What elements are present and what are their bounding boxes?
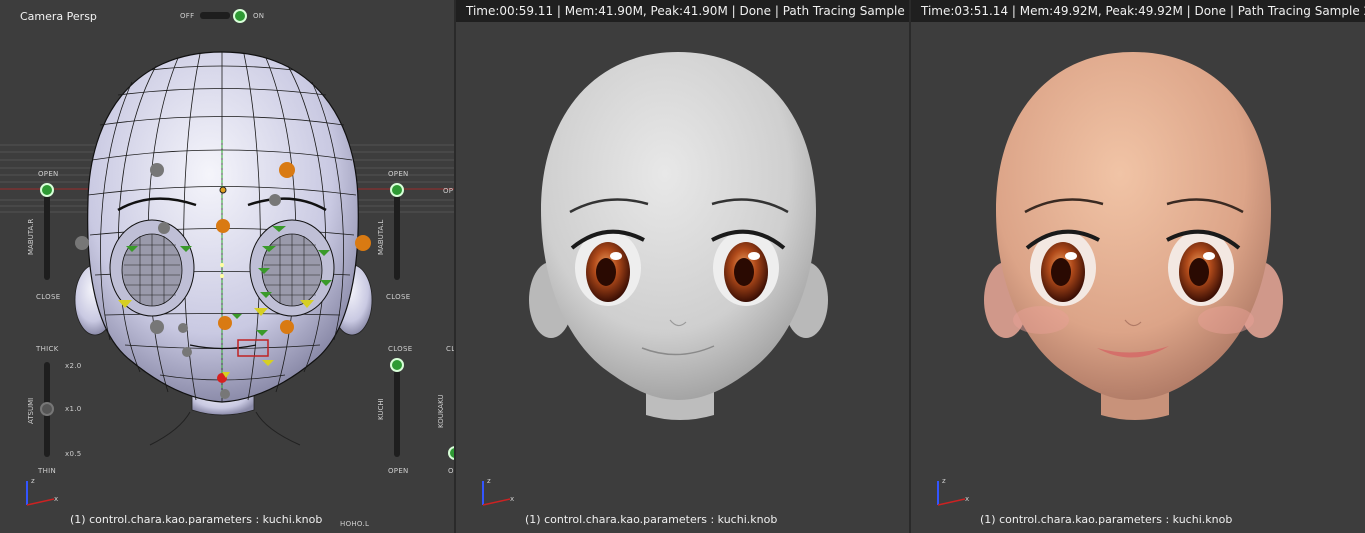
atsumi-thick-label: THICK: [36, 345, 59, 353]
mabuta-r-knob[interactable]: [40, 183, 54, 197]
atsumi-label: ATSUMI: [27, 397, 35, 424]
svg-text:z: z: [487, 477, 491, 485]
active-object-info: (1) control.chara.kao.parameters : kuchi…: [525, 513, 778, 526]
viewport-render-clay[interactable]: Time:00:59.11 | Mem:41.90M, Peak:41.90M …: [456, 0, 909, 533]
cut-open-label: OPEN: [443, 187, 454, 195]
atsumi-thin-label: THIN: [38, 467, 57, 475]
atsumi-tick-05: x0.5: [65, 450, 82, 458]
active-object-info: (1) control.chara.kao.parameters : kuchi…: [980, 513, 1233, 526]
svg-text:z: z: [31, 477, 35, 485]
cut-close-label: CL: [446, 345, 454, 353]
kuchi-open-label: OPEN: [388, 467, 409, 475]
mabuta-r-label: MABUTA.R: [27, 218, 35, 255]
atsumi-knob[interactable]: [40, 402, 54, 416]
koukaku-label: KOUKAKU: [437, 394, 445, 428]
mabuta-l-open-label: OPEN: [388, 170, 409, 178]
mabuta-l-track[interactable]: [394, 185, 400, 280]
kuchi-knob[interactable]: [390, 358, 404, 372]
rendered-head-skin: [984, 52, 1283, 420]
svg-text:x: x: [510, 495, 514, 503]
mabuta-l-knob[interactable]: [390, 183, 404, 197]
mabuta-r-open-label: OPEN: [38, 170, 59, 178]
viewport-camera-persp[interactable]: Camera Persp OFF ON OPEN MABUTA.R CLOSE …: [0, 0, 454, 533]
axis-gizmo-icon: z x: [482, 477, 514, 506]
kuchi-close-label: CLOSE: [388, 345, 413, 353]
atsumi-tick-1: x1.0: [65, 405, 82, 413]
kuchi-track[interactable]: [394, 362, 400, 457]
hoho-l-label: HOHO.L: [340, 520, 370, 528]
axis-gizmo-icon: z x: [937, 477, 969, 506]
cut-o-label: O: [448, 467, 454, 475]
mabuta-r-close-label: CLOSE: [36, 293, 61, 301]
kuchi-label: KUCHI: [377, 398, 385, 420]
active-object-info: (1) control.chara.kao.parameters : kuchi…: [70, 513, 323, 526]
atsumi-tick-2: x2.0: [65, 362, 82, 370]
mabuta-l-label: MABUTA.L: [377, 219, 385, 255]
viewport-render-skin[interactable]: Time:03:51.14 | Mem:49.92M, Peak:49.92M …: [911, 0, 1365, 533]
svg-text:z: z: [942, 477, 946, 485]
rendered-head-grey: [529, 52, 828, 420]
svg-text:x: x: [54, 495, 58, 503]
mabuta-r-track[interactable]: [44, 185, 50, 280]
axis-gizmo-icon: z x: [26, 477, 58, 506]
svg-text:x: x: [965, 495, 969, 503]
mabuta-l-close-label: CLOSE: [386, 293, 411, 301]
